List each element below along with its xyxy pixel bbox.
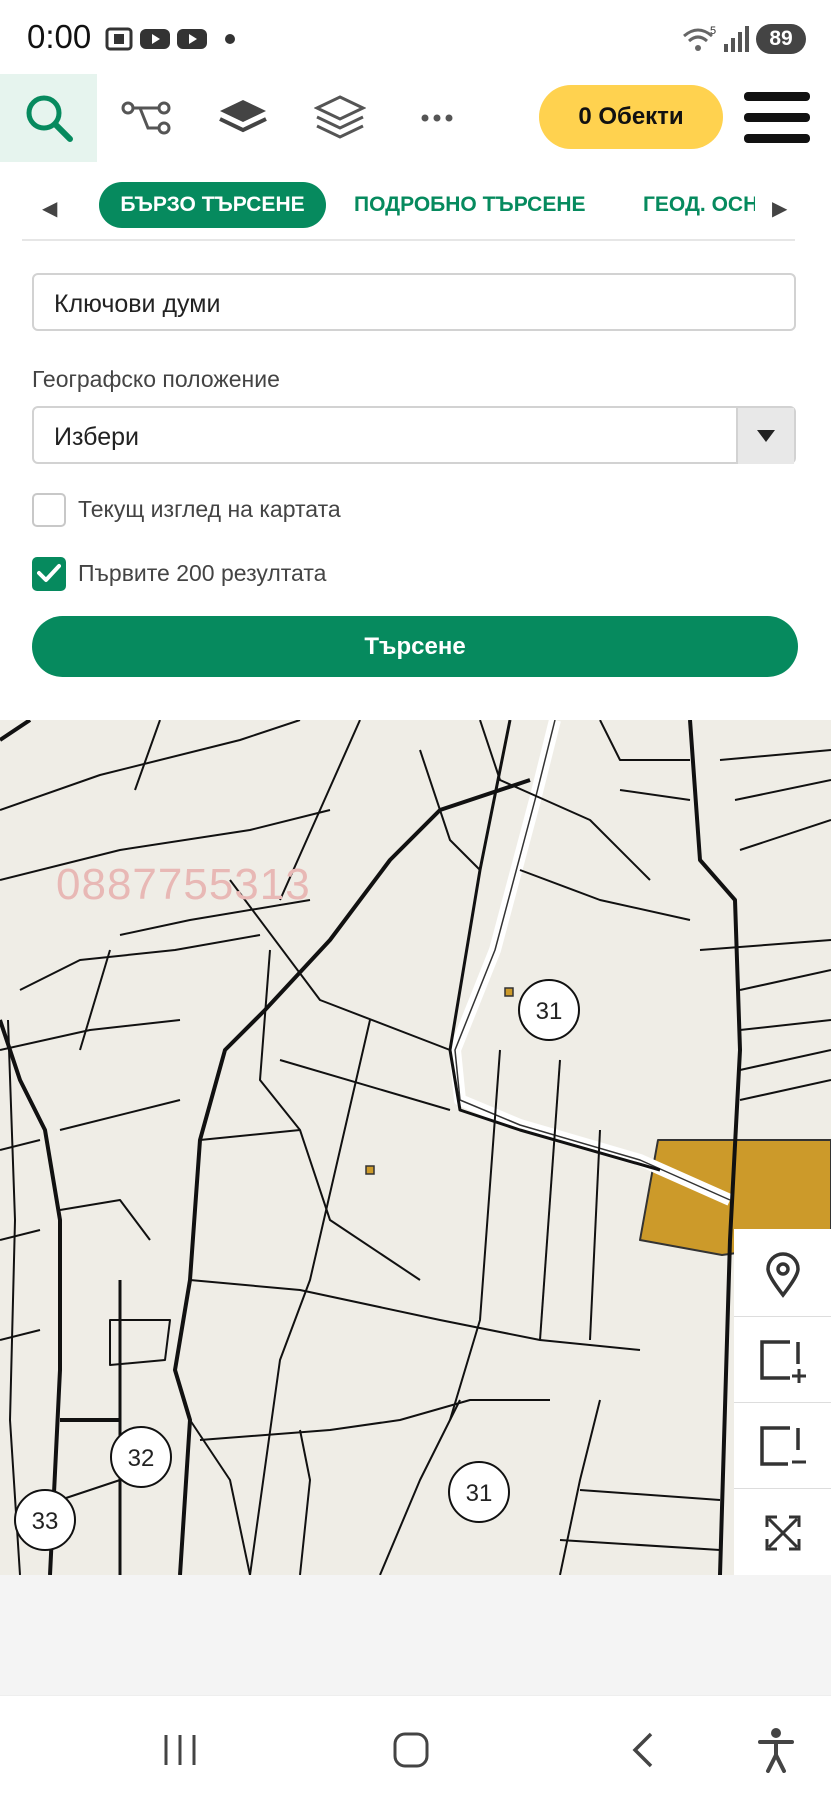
tab-scroll-right-icon[interactable]: ▶ <box>772 196 787 221</box>
zoom-out-icon <box>759 1426 806 1466</box>
control-divider <box>734 1402 831 1403</box>
search-button[interactable]: Търсене <box>32 616 798 677</box>
recent-apps-icon[interactable] <box>140 1720 220 1780</box>
phone-watermark: 0887755313 <box>56 860 311 909</box>
map-footer-space <box>0 1575 831 1695</box>
current-view-label: Текущ изглед на картата <box>78 496 341 522</box>
location-value: Избери <box>54 423 139 451</box>
keywords-input[interactable]: Ключови думи <box>32 273 796 331</box>
marker-label: 31 <box>535 998 563 1025</box>
tab-divider <box>22 239 795 241</box>
more-button[interactable] <box>388 74 485 162</box>
first-results-checkbox[interactable] <box>32 557 66 591</box>
back-icon[interactable] <box>604 1720 684 1780</box>
tab-quick-search[interactable]: БЪРЗО ТЪРСЕНЕ <box>99 182 326 228</box>
layer-stack-icon <box>218 100 267 133</box>
cadastral-map[interactable]: 31 31 32 33 <box>0 720 831 1575</box>
first-results-label: Първите 200 резултата <box>78 560 327 586</box>
signal-icon <box>722 24 750 59</box>
keywords-placeholder: Ключови думи <box>54 290 221 318</box>
layer-stack-button[interactable] <box>194 74 291 162</box>
wifi-icon: 5 <box>680 24 720 61</box>
locate-button[interactable] <box>734 1232 831 1318</box>
home-icon[interactable] <box>371 1720 451 1780</box>
map-point <box>504 987 514 997</box>
tab-detailed-search[interactable]: ПОДРОБНО ТЪРСЕНЕ <box>354 182 586 228</box>
zoom-out-button[interactable] <box>734 1404 831 1490</box>
marker-label: 32 <box>127 1445 155 1472</box>
search-icon <box>26 95 73 142</box>
youtube-icon <box>176 24 208 59</box>
objects-button[interactable]: 0 Обекти <box>539 85 723 149</box>
more-icon <box>421 114 452 122</box>
control-divider <box>734 1316 831 1317</box>
layers-outline-icon <box>313 95 366 139</box>
status-time: 0:00 <box>27 18 92 55</box>
search-tool-button[interactable] <box>0 74 97 162</box>
zoom-in-button[interactable] <box>734 1318 831 1404</box>
notification-dot-icon <box>224 24 236 59</box>
checkmark-icon <box>37 564 61 582</box>
marker-label: 33 <box>31 1508 59 1535</box>
svg-text:5: 5 <box>710 25 716 37</box>
accessibility-icon[interactable] <box>736 1720 816 1780</box>
screenshot-icon <box>104 24 134 59</box>
control-divider <box>734 1488 831 1489</box>
location-select[interactable]: Избери <box>32 406 796 464</box>
fullscreen-button[interactable] <box>734 1490 831 1576</box>
route-icon <box>121 101 170 135</box>
menu-icon[interactable] <box>744 92 810 143</box>
location-label: Географско положение <box>32 366 280 392</box>
current-view-checkbox[interactable] <box>32 493 66 527</box>
chevron-down-icon <box>736 408 794 464</box>
fullscreen-icon <box>765 1515 800 1551</box>
location-pin-icon <box>765 1252 800 1298</box>
zoom-in-icon <box>759 1340 806 1383</box>
tab-scroll-left-icon[interactable]: ◀ <box>42 196 57 221</box>
route-button[interactable] <box>97 74 194 162</box>
layers-button[interactable] <box>291 74 388 162</box>
tab-geodetic[interactable]: ГЕОД. ОСН <box>643 182 755 228</box>
marker-label: 31 <box>465 1480 493 1507</box>
battery-icon: 89 <box>756 24 806 54</box>
youtube-icon <box>139 24 171 59</box>
map-point <box>365 1165 375 1175</box>
